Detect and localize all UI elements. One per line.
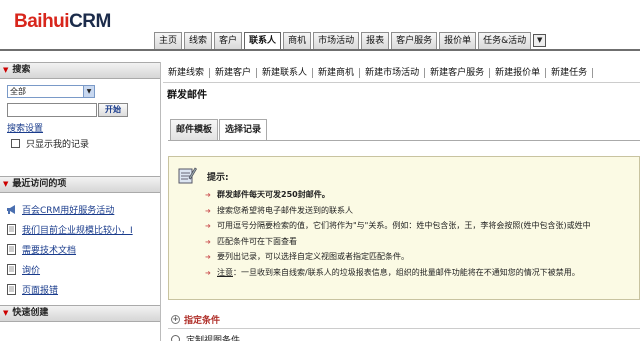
header-divider [0,49,640,51]
content-tabs-divider [168,140,640,141]
tab-accounts[interactable]: 客户 [214,32,243,49]
tip-item: ➜ 搜索您希望将电子邮件发送到的联系人 [205,206,640,222]
tab-tasks-activities[interactable]: 任务&活动 [478,32,532,49]
arrow-bullet-icon: ➜ [205,222,211,231]
recent-item[interactable]: 询价 [6,259,154,279]
megaphone-icon [7,204,15,214]
search-scope-value: 全部 [10,87,26,96]
tab-opportunities[interactable]: 商机 [283,32,312,49]
new-campaign-link[interactable]: 新建市场活动 [360,68,426,78]
tip-item: ➜ 匹配条件可在下面查看 [205,237,640,253]
tip-item: ➜ 要列出记录，可以选择自定义视图或者指定匹配条件。 [205,252,640,268]
recent-item[interactable]: 我们目前企业规模比较小，I [6,219,154,239]
tab-reports[interactable]: 报表 [361,32,390,49]
recent-item-label: 需要技术文档 [22,245,77,256]
arrow-bullet-icon: ➜ [205,206,211,215]
search-panel-title: 搜索 [12,65,31,75]
tips-title: 提示: [207,173,229,183]
recent-item[interactable]: 页面报错 [6,279,154,299]
recent-items-title: 最近访问的项 [12,179,67,189]
quick-actions-bar: 新建线索 新建客户 新建联系人 新建商机 新建市场活动 新建客户服务 新建报价单… [163,65,640,81]
page-title: 群发邮件 [167,90,207,101]
own-records-checkbox[interactable] [11,139,20,148]
search-settings-link[interactable]: 搜索设置 [7,121,153,134]
arrow-bullet-icon: ➜ [205,268,211,277]
logo-text-crm: CRM [69,11,111,32]
subnav-divider [163,82,640,83]
tip-text: ：一旦收到来自线索/联系人的垃圾报表信息，组织的批量邮件功能将在不通知您的情况下… [233,267,580,277]
tip-text: 搜索您希望将电子邮件发送到的联系人 [217,205,353,215]
custom-view-option[interactable]: 定制视图条件 [171,333,240,341]
conditions-title: 指定条件 [184,316,221,326]
collapse-triangle-icon: ▼ [3,66,9,74]
logo-text-baihui: Baihui [14,11,70,32]
module-tabs: 主页 线索 客户 联系人 商机 市场活动 报表 客户服务 报价单 任务&活动 ▼ [154,32,547,50]
arrow-bullet-icon: ➜ [205,253,211,262]
recent-item-label: 百会CRM用好服务活动 [22,205,115,216]
content-tabs: 邮件模板 选择记录 [170,119,268,140]
new-contact-link[interactable]: 新建联系人 [257,68,314,78]
arrow-bullet-icon: ➜ [205,237,211,246]
more-tabs-dropdown-icon[interactable]: ▼ [533,34,547,47]
tab-home[interactable]: 主页 [154,32,183,49]
quick-create-header[interactable]: ▼ 快速创建 [0,305,160,322]
tips-panel: 提示: ➜ 群发邮件每天可发250封邮件。 ➜ 搜索您希望将电子邮件发送到的联系人 … [168,156,640,300]
custom-view-label: 定制视图条件 [186,336,241,341]
tab-campaigns[interactable]: 市场活动 [313,32,360,49]
tab-email-template[interactable]: 邮件模板 [170,119,219,140]
search-scope-select[interactable]: 全部 ▼ [7,85,95,98]
document-icon [7,263,16,275]
tip-text: 匹配条件可在下面查看 [217,236,297,246]
arrow-bullet-icon: ➜ [205,191,211,199]
chevron-down-icon: ▼ [83,86,94,97]
document-icon [7,283,16,295]
search-go-button[interactable]: 开始 [98,103,128,117]
recent-item[interactable]: 百会CRM用好服务活动 [6,199,154,219]
tip-item: ➜ 注意 ：一旦收到来自线索/联系人的垃圾报表信息，组织的批量邮件功能将在不通知您的… [205,268,640,284]
document-icon [7,243,16,255]
tip-text: 可用逗号分隔要检索的值，它们将作为"与"关系。例如：姓中包含张，王，李将会按照(… [217,221,591,231]
tip-note-prefix: 注意 [217,267,233,277]
recent-items-list: 百会CRM用好服务活动 我们目前企业规模比较小，I 需要技术文档 询价 页面报错 [0,193,160,299]
new-task-link[interactable]: 新建任务 [546,68,594,78]
tab-quotes[interactable]: 报价单 [439,32,477,49]
search-row: 开始 [7,103,153,117]
tips-list: ➜ 群发邮件每天可发250封邮件。 ➜ 搜索您希望将电子邮件发送到的联系人 ➜ 可用逗… [205,190,640,284]
conditions-section-header[interactable]: + 指定条件 [168,313,640,326]
document-icon [7,223,16,235]
expand-icon: + [171,315,180,324]
new-opportunity-link[interactable]: 新建商机 [313,68,361,78]
tip-text: 要列出记录，可以选择自定义视图或者指定匹配条件。 [217,252,409,262]
own-records-label: 只显示我的记录 [26,140,90,150]
new-quote-link[interactable]: 新建报价单 [490,68,547,78]
baihui-crm-logo[interactable]: BaihuiCRM [14,11,111,33]
quick-create-title: 快速创建 [12,308,49,318]
tip-item: ➜ 群发邮件每天可发250封邮件。 [205,190,640,206]
notepad-pencil-icon [178,167,197,184]
tip-text: 群发邮件每天可发250封邮件。 [217,190,330,199]
recent-item-label: 页面报错 [22,285,59,296]
new-account-link[interactable]: 新建客户 [210,68,258,78]
tab-customer-service[interactable]: 客户服务 [391,32,438,49]
search-panel-header[interactable]: ▼ 搜索 [0,62,160,79]
tab-contacts[interactable]: 联系人 [244,32,282,50]
search-input[interactable] [7,103,97,117]
own-records-only-option[interactable]: 只显示我的记录 [11,137,153,150]
custom-view-radio[interactable] [171,335,180,341]
recent-item-label: 我们目前企业规模比较小，I [22,225,133,236]
recent-items-header[interactable]: ▼ 最近访问的项 [0,176,160,193]
recent-item[interactable]: 需要技术文档 [6,239,154,259]
recent-item-label: 询价 [22,265,41,276]
tab-leads[interactable]: 线索 [184,32,213,49]
new-lead-link[interactable]: 新建线索 [163,68,211,78]
new-case-link[interactable]: 新建客户服务 [425,68,491,78]
left-sidebar: ▼ 搜索 全部 ▼ 开始 搜索设置 只显示我的记录 ▼ 最近访问的项 百会CRM… [0,62,161,341]
tip-item: ➜ 可用逗号分隔要检索的值，它们将作为"与"关系。例如：姓中包含张，王，李将会按照… [205,221,640,237]
app-header: BaihuiCRM 主页 线索 客户 联系人 商机 市场活动 报表 客户服务 报… [0,0,640,52]
collapse-triangle-icon: ▼ [3,180,9,188]
conditions-divider [168,328,640,329]
tab-select-records[interactable]: 选择记录 [219,119,268,140]
search-panel: 全部 ▼ 开始 搜索设置 只显示我的记录 [0,79,160,154]
collapse-triangle-icon: ▼ [3,309,9,317]
